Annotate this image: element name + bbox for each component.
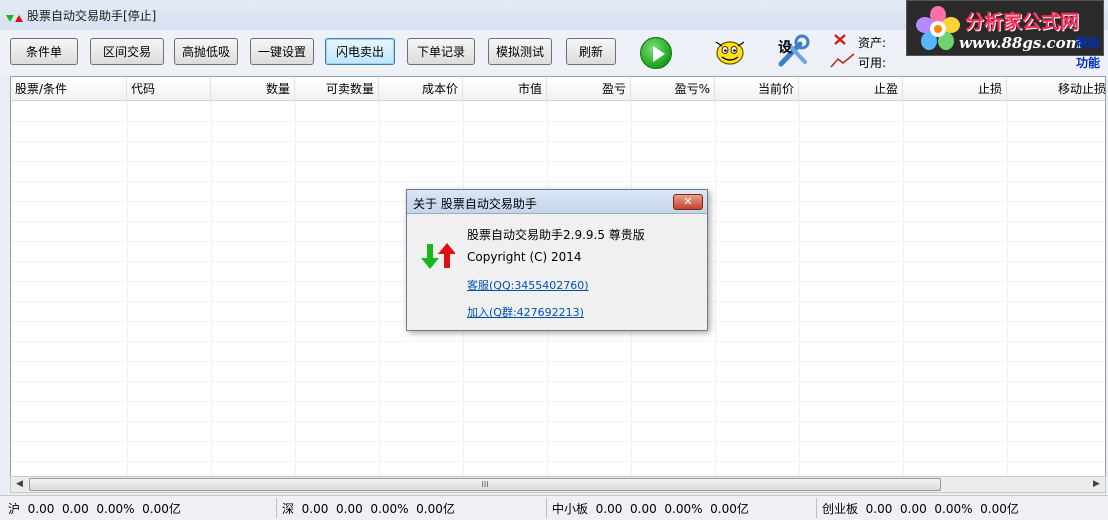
conditional-order-button[interactable]: 条件单 [10, 38, 78, 65]
refresh-button[interactable]: 刷新 [566, 38, 616, 65]
market-sme: 中小板 0.00 0.00 0.00% 0.00亿 [552, 502, 749, 516]
settings-tools-icon[interactable]: 设 [776, 34, 812, 68]
column-header-trailing-stop[interactable]: 移动止损 [1007, 77, 1105, 101]
help-link[interactable]: 帮助 [1076, 34, 1100, 51]
close-button[interactable]: ✕ [673, 194, 703, 210]
smiley-face-icon[interactable] [712, 36, 748, 68]
flower-logo-icon [916, 6, 960, 50]
column-header-sellable[interactable]: 可卖数量 [295, 77, 379, 101]
copyright-text: Copyright (C) 2014 [467, 250, 582, 264]
scroll-thumb[interactable]: III [29, 478, 941, 491]
logo-url: www.88gs.com [959, 34, 1082, 52]
simulation-test-button[interactable]: 模拟测试 [488, 38, 552, 65]
high-sell-low-buy-button[interactable]: 高抛低吸 [174, 38, 238, 65]
support-qq-link[interactable]: 客服(QQ:3455402760) [467, 277, 589, 293]
market-gem: 创业板 0.00 0.00 0.00% 0.00亿 [822, 502, 1019, 516]
range-trade-button[interactable]: 区间交易 [90, 38, 164, 65]
scroll-left-arrow-icon[interactable]: ◀ [11, 477, 28, 492]
column-header-current-price[interactable]: 当前价 [715, 77, 799, 101]
column-header-take-profit[interactable]: 止盈 [799, 77, 903, 101]
order-history-button[interactable]: 下单记录 [407, 38, 475, 65]
column-header-profit-pct[interactable]: 盈亏% [631, 77, 715, 101]
scroll-right-arrow-icon[interactable]: ▶ [1088, 477, 1105, 492]
column-header-cost[interactable]: 成本价 [379, 77, 463, 101]
window-title: 股票自动交易助手[停止] [27, 8, 157, 23]
about-dialog-titlebar: 关于 股票自动交易助手 ✕ [407, 190, 707, 214]
one-click-setup-button[interactable]: 一键设置 [250, 38, 314, 65]
features-link[interactable]: 功能 [1076, 54, 1100, 71]
column-header-profit[interactable]: 盈亏 [547, 77, 631, 101]
product-version: 股票自动交易助手2.9.9.5 尊贵版 [467, 228, 645, 242]
horizontal-scrollbar[interactable]: ◀ III ▶ [10, 476, 1106, 493]
about-dialog: 关于 股票自动交易助手 ✕ 股票自动交易助手2.9.9.5 尊贵版 Copyri… [406, 189, 708, 331]
asset-label: 资产: [858, 36, 887, 50]
app-arrows-large-icon [421, 243, 455, 269]
market-sh: 沪 0.00 0.00 0.00% 0.00亿 [8, 502, 181, 516]
asset-cross-icon [834, 34, 846, 45]
site-logo: 分析家公式网 www.88gs.com [906, 0, 1104, 56]
available-label: 可用: [858, 56, 887, 70]
start-play-icon[interactable] [640, 37, 672, 69]
account-summary: 资产: 可用: [830, 32, 910, 72]
app-arrows-icon [6, 8, 23, 22]
join-group-link[interactable]: 加入(Q群:427692213) [467, 304, 584, 320]
about-dialog-title: 关于 股票自动交易助手 [413, 197, 537, 211]
logo-title: 分析家公式网 [965, 11, 1080, 33]
market-sz: 深 0.00 0.00 0.00% 0.00亿 [282, 502, 455, 516]
column-header-market-value[interactable]: 市值 [463, 77, 547, 101]
column-header-code[interactable]: 代码 [127, 77, 211, 101]
table-header: 股票/条件 代码 数量 可卖数量 成本价 市值 盈亏 盈亏% 当前价 止盈 止损… [11, 77, 1105, 101]
svg-text:设: 设 [778, 40, 793, 56]
available-trend-icon [830, 53, 855, 68]
column-header-stock[interactable]: 股票/条件 [11, 77, 127, 101]
market-status-bar: 沪 0.00 0.00 0.00% 0.00亿 深 0.00 0.00 0.00… [0, 495, 1108, 520]
flash-sell-button[interactable]: 闪电卖出 [325, 38, 395, 65]
column-header-stop-loss[interactable]: 止损 [903, 77, 1007, 101]
column-header-quantity[interactable]: 数量 [211, 77, 295, 101]
